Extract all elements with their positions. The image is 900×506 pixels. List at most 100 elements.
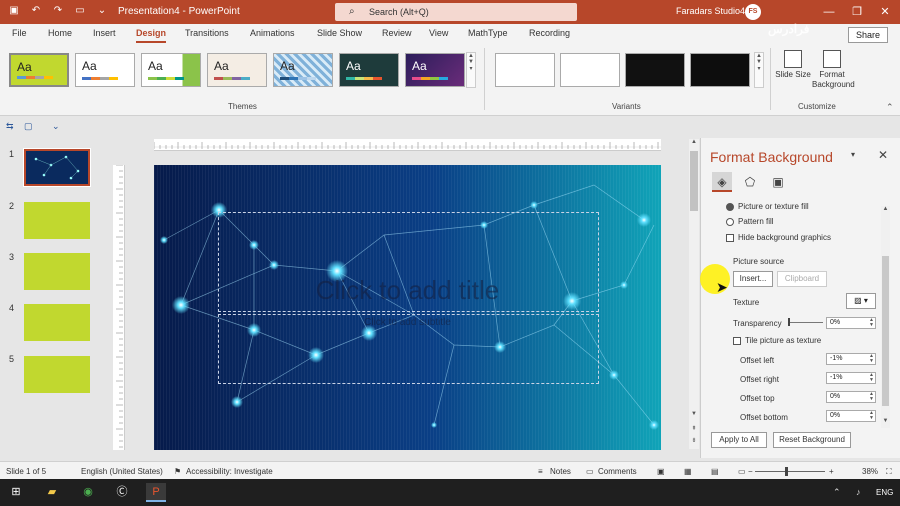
subtitle-placeholder[interactable]: Click to add subtitle xyxy=(154,317,661,328)
file-explorer-icon[interactable]: ▰ xyxy=(42,483,62,502)
comments-button[interactable]: Comments xyxy=(598,467,637,476)
start-from-beginning-icon[interactable]: ▢ xyxy=(24,121,33,132)
chrome-icon[interactable]: ◉ xyxy=(78,483,98,502)
present-icon[interactable]: ▭ xyxy=(74,5,86,17)
next-slide-icon[interactable]: ⇟ xyxy=(689,437,699,444)
transparency-slider-handle[interactable] xyxy=(788,318,790,326)
zoom-slider-handle[interactable] xyxy=(785,467,788,476)
scroll-down-icon[interactable]: ▼ xyxy=(881,418,890,424)
theme-thumb-4[interactable]: Aa xyxy=(207,53,267,87)
zoom-level[interactable]: 38% xyxy=(862,467,878,476)
notes-button[interactable]: Notes xyxy=(550,467,571,476)
picture-tab-icon[interactable]: ▣ xyxy=(768,172,788,192)
user-name[interactable]: Faradars Studio4 xyxy=(676,6,745,16)
slideshow-view-icon[interactable]: ▭ xyxy=(738,467,746,476)
tile-picture-option[interactable]: Tile picture as texture xyxy=(733,336,821,345)
picture-fill-option[interactable]: Picture or texture fill xyxy=(726,202,809,211)
slide-thumb-2[interactable] xyxy=(24,202,90,239)
tab-mathtype[interactable]: MathType xyxy=(468,28,508,38)
theme-thumb-6[interactable]: Aa xyxy=(339,53,399,87)
slide-thumb-5[interactable] xyxy=(24,356,90,393)
tray-chevron-icon[interactable]: ⌃ xyxy=(833,487,841,498)
offset-top-input[interactable]: 0% ▲ ▼ xyxy=(826,391,876,403)
tab-review[interactable]: Review xyxy=(382,28,412,38)
spin-arrows-icon[interactable]: ▲ ▼ xyxy=(869,318,874,328)
notes-icon[interactable]: ≡ xyxy=(538,467,543,476)
undo-icon[interactable]: ↶ xyxy=(30,5,42,17)
more-commands-icon[interactable]: ⌄ xyxy=(52,121,60,132)
zoom-out-icon[interactable]: − xyxy=(748,467,753,476)
tab-insert[interactable]: Insert xyxy=(93,28,116,38)
clipboard-button[interactable]: Clipboard xyxy=(777,271,827,287)
slide-thumb-4[interactable] xyxy=(24,304,90,341)
hide-graphics-option[interactable]: Hide background graphics xyxy=(726,233,831,242)
save-icon[interactable]: ▣ xyxy=(8,5,20,17)
editor-vertical-scrollbar[interactable]: ▲ ▼ ⇞ ⇟ xyxy=(689,139,699,449)
comments-icon[interactable]: ▭ xyxy=(586,467,594,476)
fit-to-window-icon[interactable]: ⛶ xyxy=(886,467,892,477)
collapse-ribbon-icon[interactable]: ⌃ xyxy=(886,102,894,113)
tile-picture-checkbox[interactable] xyxy=(733,336,741,345)
title-placeholder[interactable]: Click to add title xyxy=(154,275,661,306)
variant-thumb-2[interactable] xyxy=(560,53,620,87)
customize-qat-icon[interactable]: ⌄ xyxy=(96,5,108,17)
reading-view-icon[interactable]: ▤ xyxy=(711,467,719,476)
apply-to-all-button[interactable]: Apply to All xyxy=(711,432,767,448)
pattern-fill-option[interactable]: Pattern fill xyxy=(726,217,774,226)
speaker-icon[interactable]: ♪ xyxy=(856,487,861,497)
hide-graphics-checkbox[interactable] xyxy=(726,233,734,242)
avatar[interactable]: FS xyxy=(745,4,761,20)
theme-thumb-1[interactable]: Aa xyxy=(9,53,69,87)
spin-arrows-icon[interactable]: ▲ ▼ xyxy=(869,392,874,402)
reset-background-button[interactable]: Reset Background xyxy=(773,432,851,448)
theme-thumb-7[interactable]: Aa xyxy=(405,53,465,87)
tab-animations[interactable]: Animations xyxy=(250,28,295,38)
themes-gallery-scroll[interactable]: ▲ ▼ ▾ xyxy=(466,52,476,88)
language-status[interactable]: English (United States) xyxy=(81,467,163,476)
texture-dropdown[interactable]: ▨ ▾ xyxy=(846,293,876,309)
scroll-thumb[interactable] xyxy=(690,151,698,211)
tab-recording[interactable]: Recording xyxy=(529,28,570,38)
variant-thumb-1[interactable] xyxy=(495,53,555,87)
transparency-input[interactable]: 0% ▲ ▼ xyxy=(826,317,876,329)
offset-right-input[interactable]: -1% ▲ ▼ xyxy=(826,372,876,384)
theme-thumb-2[interactable]: Aa xyxy=(75,53,135,87)
slide-sorter-icon[interactable]: ▦ xyxy=(684,467,692,476)
touch-mode-icon[interactable]: ⇆ xyxy=(6,121,14,132)
start-icon[interactable]: ⊞ xyxy=(6,483,26,502)
tab-view[interactable]: View xyxy=(429,28,448,38)
minimize-button[interactable]: — xyxy=(820,3,838,21)
search-input[interactable]: ⌕ Search (Alt+Q) xyxy=(335,3,577,21)
share-button[interactable]: Share xyxy=(848,27,888,43)
spin-arrows-icon[interactable]: ▲ ▼ xyxy=(869,354,874,364)
zoom-slider[interactable] xyxy=(755,471,825,472)
pane-scrollbar[interactable]: ▲ ▼ xyxy=(881,206,890,428)
variant-thumb-4[interactable] xyxy=(690,53,750,87)
app-c-icon[interactable]: Ⓒ xyxy=(112,483,132,502)
tab-design[interactable]: Design xyxy=(136,28,166,38)
format-background-button[interactable]: Format Background xyxy=(812,50,855,90)
variant-thumb-3[interactable] xyxy=(625,53,685,87)
tab-file[interactable]: File xyxy=(12,28,27,38)
input-language[interactable]: ENG xyxy=(876,488,893,497)
theme-thumb-5[interactable]: Aa xyxy=(273,53,333,87)
spin-arrows-icon[interactable]: ▲ ▼ xyxy=(869,373,874,383)
restore-button[interactable]: ❐ xyxy=(848,3,866,21)
variants-gallery-scroll[interactable]: ▲ ▼ ▾ xyxy=(754,52,764,88)
effects-tab-icon[interactable]: ⬠ xyxy=(740,172,760,192)
spin-arrows-icon[interactable]: ▲ ▼ xyxy=(869,411,874,421)
normal-view-icon[interactable]: ▣ xyxy=(657,467,665,476)
powerpoint-icon[interactable]: P xyxy=(146,483,166,502)
pane-options-icon[interactable]: ▾ xyxy=(851,150,855,159)
slide-thumb-3[interactable] xyxy=(24,253,90,290)
tab-slide-show[interactable]: Slide Show xyxy=(317,28,362,38)
slide-size-button[interactable]: Slide Size xyxy=(773,50,813,80)
redo-icon[interactable]: ↷ xyxy=(52,5,64,17)
tab-home[interactable]: Home xyxy=(48,28,72,38)
offset-bottom-input[interactable]: 0% ▲ ▼ xyxy=(826,410,876,422)
transparency-slider[interactable] xyxy=(789,322,823,323)
zoom-in-icon[interactable]: + xyxy=(829,467,834,476)
accessibility-icon[interactable]: ⚑ xyxy=(174,467,181,476)
scroll-down-icon[interactable]: ▼ xyxy=(689,411,699,417)
close-button[interactable]: ✕ xyxy=(876,3,894,21)
